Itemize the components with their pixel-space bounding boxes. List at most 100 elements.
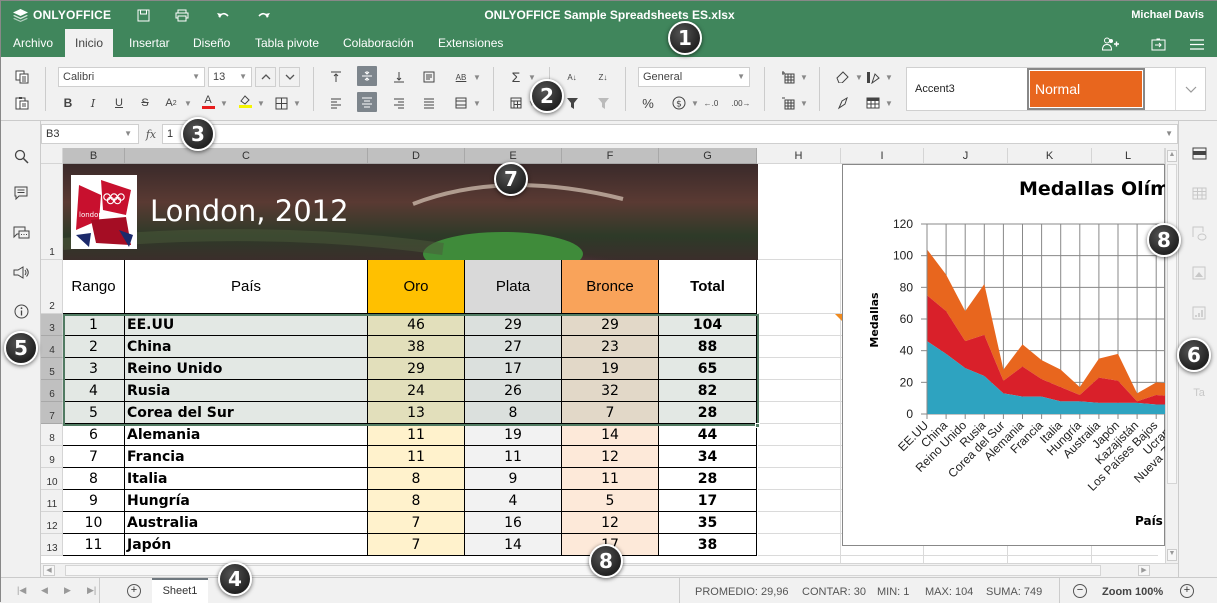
header-pais[interactable]: País bbox=[125, 260, 368, 314]
cell-bronze[interactable]: 7 bbox=[562, 402, 659, 424]
row-header-8[interactable]: 8 bbox=[41, 424, 63, 446]
borders-icon[interactable] bbox=[271, 93, 291, 113]
tab-colaboracion[interactable]: Colaboración bbox=[333, 29, 424, 57]
column-header-g[interactable]: G bbox=[659, 148, 757, 164]
cell-rank[interactable]: 1 bbox=[63, 314, 125, 336]
cell-rank[interactable]: 9 bbox=[63, 490, 125, 512]
cell-rank[interactable]: 10 bbox=[63, 512, 125, 534]
select-all-corner[interactable] bbox=[41, 148, 63, 164]
cell-settings-icon[interactable] bbox=[1189, 143, 1209, 163]
cell-country[interactable]: Australia bbox=[125, 512, 368, 534]
align-center-icon[interactable] bbox=[357, 92, 377, 112]
insert-function-button[interactable]: fx bbox=[141, 124, 161, 144]
copy-style-icon[interactable] bbox=[833, 93, 853, 113]
cell-silver[interactable]: 4 bbox=[465, 490, 562, 512]
cell-silver[interactable]: 26 bbox=[465, 380, 562, 402]
cell-total[interactable]: 82 bbox=[659, 380, 757, 402]
delete-cells-icon[interactable] bbox=[778, 93, 798, 113]
image-settings-icon[interactable] bbox=[1189, 263, 1209, 283]
column-header-h[interactable]: H bbox=[757, 148, 841, 164]
column-header-l[interactable]: L bbox=[1092, 148, 1165, 164]
align-middle-icon[interactable] bbox=[357, 66, 377, 86]
cell-gold[interactable]: 11 bbox=[368, 424, 465, 446]
feedback-icon[interactable] bbox=[11, 262, 31, 282]
tab-tabla-pivote[interactable]: Tabla pivote bbox=[245, 29, 329, 57]
text-art-settings-icon[interactable]: Ta bbox=[1189, 383, 1209, 403]
sort-descending-icon[interactable]: Z↓ bbox=[593, 67, 613, 87]
sheet-tab-sheet1[interactable]: Sheet1 bbox=[152, 578, 208, 603]
header-oro[interactable]: Oro bbox=[368, 260, 465, 314]
cell-bronze[interactable]: 32 bbox=[562, 380, 659, 402]
fill-handle[interactable] bbox=[755, 423, 760, 428]
cell-country[interactable]: Rusia bbox=[125, 380, 368, 402]
cell-bronze[interactable]: 12 bbox=[562, 446, 659, 468]
italic-icon[interactable]: I bbox=[83, 93, 103, 113]
cell-silver[interactable]: 19 bbox=[465, 424, 562, 446]
percent-icon[interactable]: % bbox=[638, 93, 658, 113]
row-header-9[interactable]: 9 bbox=[41, 446, 63, 468]
header-plata[interactable]: Plata bbox=[465, 260, 562, 314]
tab-insertar[interactable]: Insertar bbox=[119, 29, 180, 57]
cell-name-box[interactable]: B3 ▼ bbox=[41, 124, 139, 144]
user-name[interactable]: Michael Davis bbox=[1131, 9, 1204, 21]
font-size-select[interactable]: 13 ▼ bbox=[208, 67, 252, 87]
column-header-c[interactable]: C bbox=[125, 148, 368, 164]
last-sheet-icon[interactable]: ▶| bbox=[87, 585, 96, 596]
scroll-left-icon[interactable]: ◀ bbox=[43, 565, 55, 576]
first-sheet-icon[interactable]: |◀ bbox=[17, 585, 26, 596]
row-header-3[interactable]: 3 bbox=[41, 314, 63, 336]
bold-icon[interactable]: B bbox=[58, 93, 78, 113]
cell-bronze[interactable]: 11 bbox=[562, 468, 659, 490]
align-bottom-icon[interactable] bbox=[389, 67, 409, 87]
cell-rank[interactable]: 7 bbox=[63, 446, 125, 468]
orientation-icon[interactable]: AB bbox=[451, 67, 471, 87]
cell-bronze[interactable]: 23 bbox=[562, 336, 659, 358]
cell-total[interactable]: 88 bbox=[659, 336, 757, 358]
increase-decimal-icon[interactable]: .00→ bbox=[731, 93, 751, 113]
cell-gold[interactable]: 7 bbox=[368, 534, 465, 556]
cell-gold[interactable]: 7 bbox=[368, 512, 465, 534]
shape-settings-icon[interactable] bbox=[1189, 223, 1209, 243]
cell-silver[interactable]: 11 bbox=[465, 446, 562, 468]
styles-expand-button[interactable] bbox=[1175, 68, 1205, 110]
about-icon[interactable] bbox=[11, 301, 31, 321]
filter-icon[interactable] bbox=[562, 93, 582, 113]
insert-cells-icon[interactable] bbox=[778, 67, 798, 87]
cell-gold[interactable]: 24 bbox=[368, 380, 465, 402]
currency-icon[interactable]: $ bbox=[669, 93, 689, 113]
cell-silver[interactable]: 8 bbox=[465, 402, 562, 424]
next-sheet-icon[interactable]: ▶ bbox=[64, 585, 71, 596]
style-accent3[interactable]: Accent3 bbox=[907, 68, 1027, 110]
named-ranges-icon[interactable] bbox=[506, 93, 526, 113]
align-justify-icon[interactable] bbox=[419, 93, 439, 113]
row-header-13[interactable]: 13 bbox=[41, 534, 63, 556]
row-header-11[interactable]: 11 bbox=[41, 490, 63, 512]
strikethrough-icon[interactable]: S bbox=[135, 93, 155, 113]
expand-formula-icon[interactable]: ▼ bbox=[1165, 125, 1173, 143]
increase-font-button[interactable] bbox=[255, 67, 276, 87]
chart-settings-icon[interactable] bbox=[1189, 303, 1209, 323]
cell-total[interactable]: 17 bbox=[659, 490, 757, 512]
tab-diseno[interactable]: Diseño bbox=[183, 29, 240, 57]
row-header-10[interactable]: 10 bbox=[41, 468, 63, 490]
cell-total[interactable]: 35 bbox=[659, 512, 757, 534]
align-left-icon[interactable] bbox=[326, 93, 346, 113]
format-as-table-icon[interactable] bbox=[863, 93, 883, 113]
search-icon[interactable] bbox=[11, 146, 31, 166]
open-location-icon[interactable] bbox=[1148, 35, 1168, 53]
row-header-2[interactable]: 2 bbox=[41, 260, 63, 314]
cell-silver[interactable]: 27 bbox=[465, 336, 562, 358]
column-header-f[interactable]: F bbox=[562, 148, 659, 164]
row-header-1[interactable]: 1 bbox=[41, 164, 63, 260]
formula-input[interactable]: 1 ▼ bbox=[162, 124, 1178, 144]
clear-filter-icon[interactable] bbox=[593, 93, 613, 113]
cell-total[interactable]: 28 bbox=[659, 468, 757, 490]
decrease-font-button[interactable] bbox=[279, 67, 300, 87]
cell-bronze[interactable]: 29 bbox=[562, 314, 659, 336]
cell-rank[interactable]: 8 bbox=[63, 468, 125, 490]
save-icon[interactable] bbox=[135, 7, 151, 23]
prev-sheet-icon[interactable]: ◀ bbox=[41, 585, 48, 596]
cell-gold[interactable]: 46 bbox=[368, 314, 465, 336]
cell-rank[interactable]: 2 bbox=[63, 336, 125, 358]
row-header-5[interactable]: 5 bbox=[41, 358, 63, 380]
